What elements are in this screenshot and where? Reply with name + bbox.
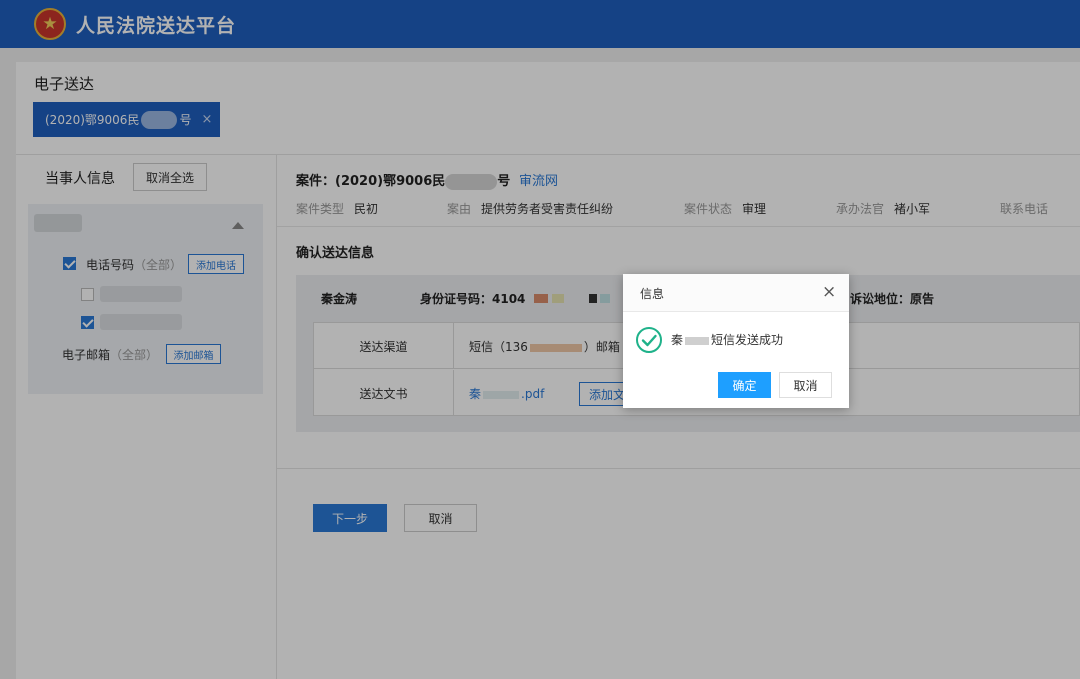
- dialog-header: 信息 ×: [623, 274, 849, 312]
- check-circle-icon: [636, 327, 662, 353]
- confirm-ok-button[interactable]: 确定: [718, 372, 771, 398]
- modal-backdrop[interactable]: [0, 0, 1080, 679]
- close-icon[interactable]: ×: [822, 282, 836, 302]
- info-dialog: 信息 × 秦短信发送成功 确定 取消: [623, 274, 849, 408]
- dialog-message: 秦短信发送成功: [671, 333, 784, 347]
- dialog-title: 信息: [640, 287, 665, 301]
- dialog-cancel-button[interactable]: 取消: [779, 372, 832, 398]
